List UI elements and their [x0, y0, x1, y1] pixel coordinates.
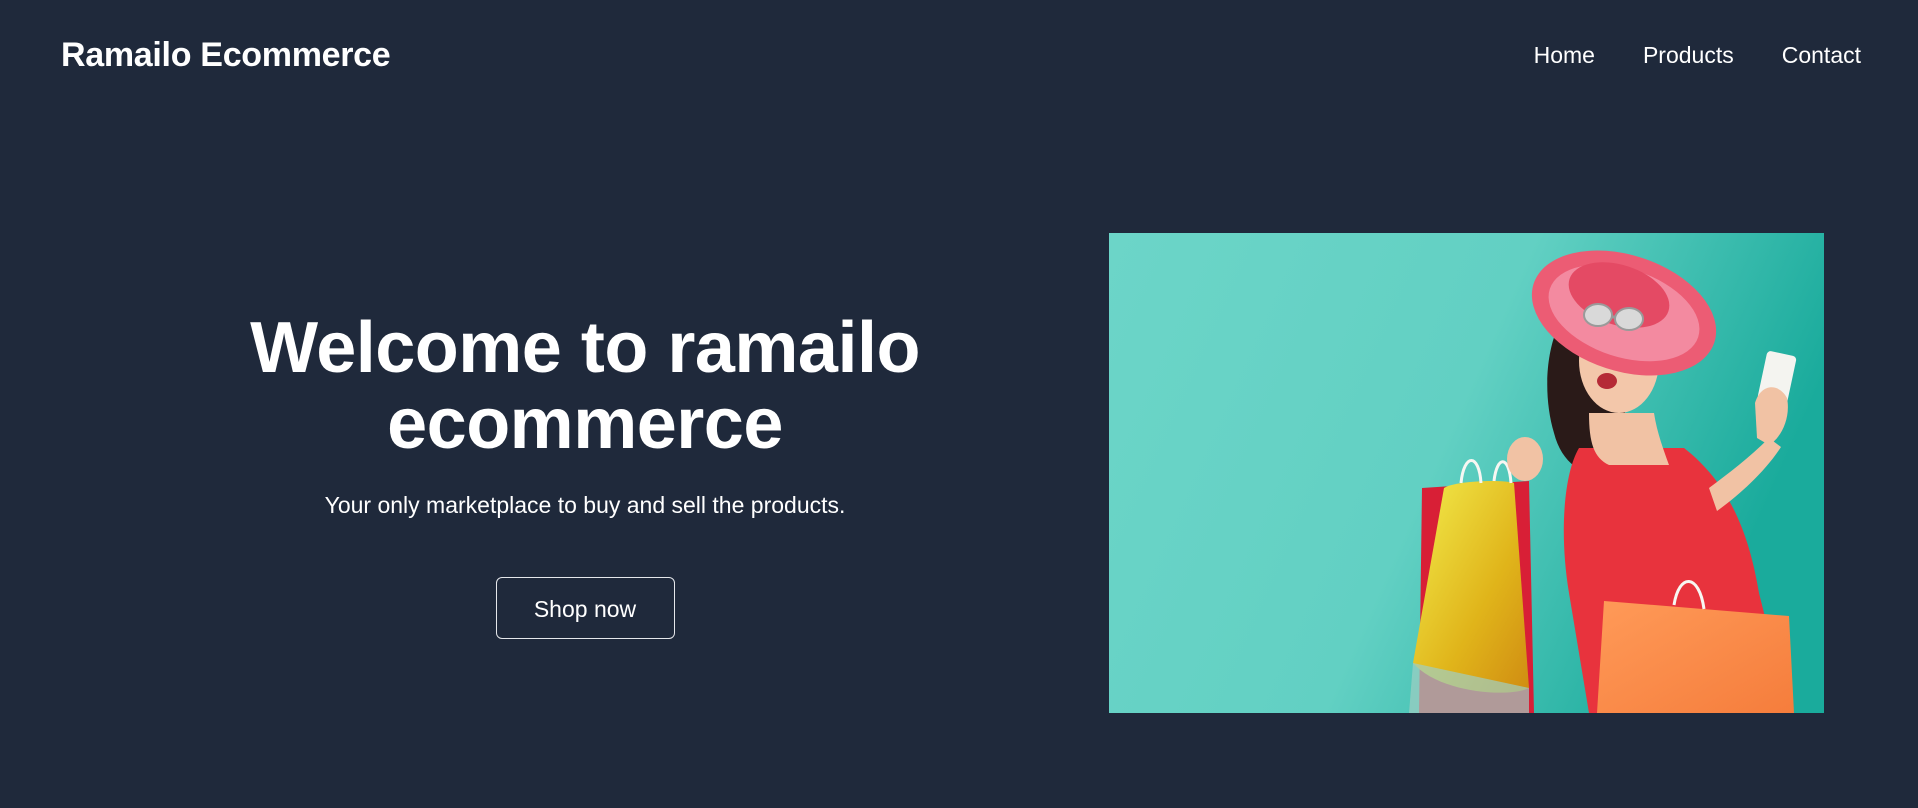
hero-image	[1109, 233, 1824, 713]
nav-link-products[interactable]: Products	[1643, 40, 1734, 70]
shopping-woman-illustration	[1109, 233, 1824, 713]
hero-title: Welcome to ramailo ecommerce	[145, 310, 1025, 462]
brand-logo-text[interactable]: Ramailo Ecommerce	[61, 34, 391, 76]
nav-link-contact[interactable]: Contact	[1782, 40, 1861, 70]
shop-now-button[interactable]: Shop now	[495, 577, 675, 639]
hero-title-line-2: ecommerce	[387, 384, 783, 464]
navbar: Ramailo Ecommerce Home Products Contact	[0, 0, 1918, 110]
hero-text-section: Welcome to ramailo ecommerce Your only m…	[145, 310, 1025, 639]
hero-subtitle: Your only marketplace to buy and sell th…	[324, 492, 846, 518]
hero-title-line-1: Welcome to ramailo	[250, 308, 920, 388]
nav-links: Home Products Contact	[1534, 40, 1861, 70]
nav-link-home[interactable]: Home	[1534, 40, 1595, 70]
